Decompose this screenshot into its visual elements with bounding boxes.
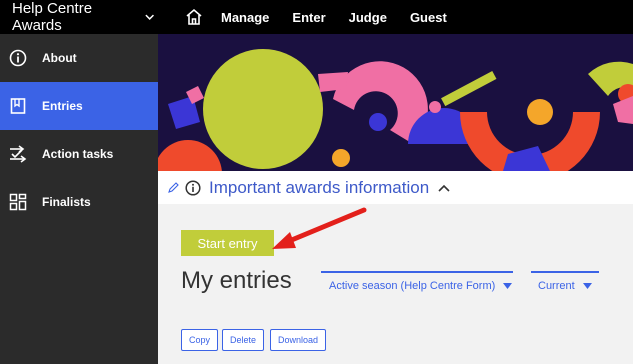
page-title: My entries [181,267,292,294]
red-arrow-annotation [272,207,367,249]
caret-down-icon [582,283,592,289]
important-info-bar[interactable]: Important awards information [158,171,633,204]
top-nav-bar: Help Centre Awards Manage Enter Judge Gu… [0,0,633,34]
delete-button[interactable]: Delete [222,329,265,351]
awards-banner-image [158,34,633,171]
sidebar-item-label: Entries [42,99,83,113]
download-button[interactable]: Download [270,329,327,351]
copy-button[interactable]: Copy [181,329,219,351]
sidebar-item-entries[interactable]: Entries [0,82,158,130]
status-filter-value: Current [538,280,575,292]
brand-title: Help Centre Awards [12,0,93,34]
info-circle-icon [8,48,28,68]
sidebar: About Entries Action tasks Finalists [0,34,158,364]
bookmark-icon [8,96,28,116]
status-filter-dropdown[interactable]: Current [531,271,599,299]
sidebar-item-about[interactable]: About [0,34,158,82]
sidebar-item-action-tasks[interactable]: Action tasks [0,130,158,178]
sidebar-item-finalists[interactable]: Finalists [0,178,158,226]
chevron-down-icon [145,14,154,20]
chevron-up-icon[interactable] [437,183,451,193]
season-filter-value: Active season (Help Centre Form) [329,280,496,292]
action-tasks-icon [8,144,28,164]
home-icon[interactable] [185,8,203,26]
season-filter-dropdown[interactable]: Active season (Help Centre Form) [321,271,513,299]
start-entry-button[interactable]: Start entry [181,230,274,256]
sidebar-item-label: About [42,51,77,65]
caret-down-icon [503,283,513,289]
grid-icon [8,192,28,212]
nav-judge[interactable]: Judge [349,10,387,25]
main-content: Important awards information Start entry… [158,34,633,364]
sidebar-item-label: Finalists [42,195,91,209]
info-title: Important awards information [209,177,430,197]
info-circle-icon [185,179,201,196]
nav-enter[interactable]: Enter [292,10,325,25]
sidebar-item-label: Action tasks [42,147,114,161]
brand-menu[interactable]: Help Centre Awards [0,0,155,34]
nav-guest[interactable]: Guest [410,10,447,25]
pencil-icon[interactable] [168,182,179,193]
nav-manage[interactable]: Manage [221,10,269,25]
